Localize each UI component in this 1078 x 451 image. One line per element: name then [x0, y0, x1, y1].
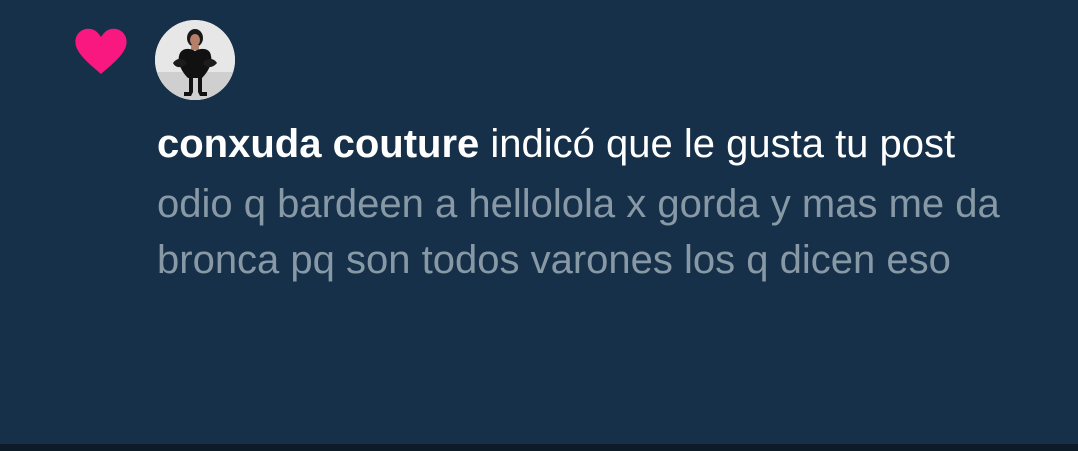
notification-content[interactable]: conxuda couture indicó que le gusta tu p… [157, 116, 1037, 288]
bottom-divider [0, 444, 1078, 451]
post-preview-text: odio q bardeen a hellolola x gorda y mas… [157, 182, 1000, 282]
avatar[interactable] [155, 20, 235, 100]
heart-icon [75, 28, 127, 74]
avatar-photo [155, 20, 235, 100]
notification-headline: conxuda couture indicó que le gusta tu p… [157, 116, 1037, 172]
user-name[interactable]: conxuda couture [157, 122, 479, 166]
like-notification[interactable]: conxuda couture indicó que le gusta tu p… [0, 0, 1078, 444]
action-text: indicó que le gusta tu post [479, 122, 956, 166]
